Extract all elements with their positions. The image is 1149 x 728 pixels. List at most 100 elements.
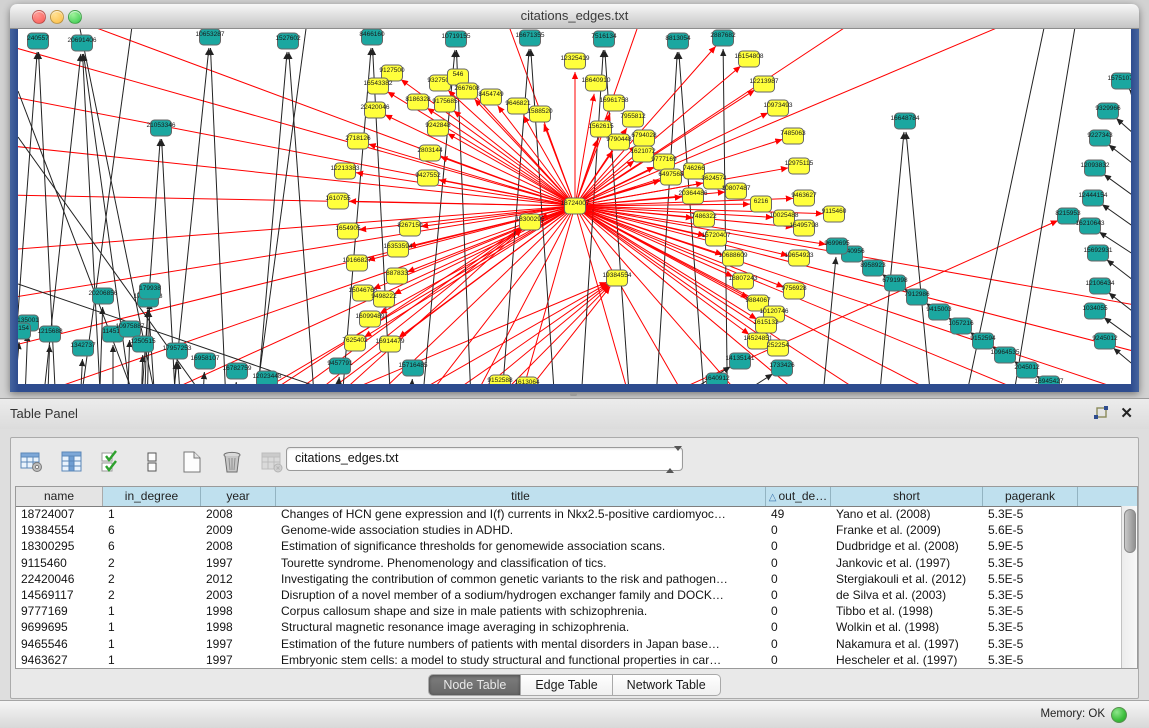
cell-pagerank[interactable]: 5.5E-5: [983, 571, 1078, 587]
edge[interactable]: [369, 144, 575, 206]
cell-out_de[interactable]: 0: [766, 555, 831, 571]
table-row[interactable]: 946554611997Estimation of the future num…: [16, 636, 1122, 652]
cell-year[interactable]: 1997: [201, 555, 276, 571]
edge[interactable]: [232, 382, 236, 384]
cell-in_degree[interactable]: 6: [103, 522, 201, 538]
column-header-short[interactable]: short: [831, 487, 983, 506]
edge[interactable]: [575, 206, 788, 256]
cell-out_de[interactable]: 0: [766, 652, 831, 668]
cell-pagerank[interactable]: 5.6E-5: [983, 522, 1078, 538]
cell-out_de[interactable]: 0: [766, 619, 831, 635]
cell-pagerank[interactable]: 5.3E-5: [983, 506, 1078, 522]
cell-year[interactable]: 1998: [201, 603, 276, 619]
delete-trash-icon[interactable]: [219, 449, 245, 475]
cell-title[interactable]: Changes of HCN gene expression and I(f) …: [276, 506, 766, 522]
cell-in_degree[interactable]: 1: [103, 506, 201, 522]
edge[interactable]: [1129, 89, 1131, 134]
cell-title[interactable]: Corpus callosum shape and size in male p…: [276, 603, 766, 619]
vertical-scrollbar[interactable]: [1121, 506, 1137, 668]
edge[interactable]: [140, 355, 143, 384]
cell-name[interactable]: 19384554: [16, 522, 103, 538]
table-row[interactable]: 946362711997Embryonic stem cells: a mode…: [16, 652, 1122, 668]
cell-year[interactable]: 2008: [201, 538, 276, 554]
cell-in_degree[interactable]: 6: [103, 538, 201, 554]
cell-pagerank[interactable]: 5.3E-5: [983, 652, 1078, 668]
edge[interactable]: [338, 48, 371, 384]
rows-icon[interactable]: [139, 449, 165, 475]
window-titlebar[interactable]: citations_edges.txt: [10, 4, 1139, 29]
edge[interactable]: [398, 285, 609, 384]
cell-out_de[interactable]: 0: [766, 603, 831, 619]
edge[interactable]: [1116, 118, 1131, 164]
cell-year[interactable]: 1997: [201, 636, 276, 652]
table-row[interactable]: 1938455462009Genome-wide association stu…: [16, 522, 1122, 538]
tab-edge-table[interactable]: Edge Table: [521, 674, 612, 696]
edge[interactable]: [448, 133, 575, 206]
cell-year[interactable]: 1998: [201, 619, 276, 635]
cell-title[interactable]: Genome-wide association studies in ADHD.: [276, 522, 766, 538]
cell-name[interactable]: 9777169: [16, 603, 103, 619]
cell-pagerank[interactable]: 5.3E-5: [983, 636, 1078, 652]
cell-name[interactable]: 9463627: [16, 652, 103, 668]
cell-in_degree[interactable]: 1: [103, 636, 201, 652]
cell-pagerank[interactable]: 5.3E-5: [983, 603, 1078, 619]
cell-pagerank[interactable]: 5.9E-5: [983, 538, 1078, 554]
cell-out_de[interactable]: 0: [766, 522, 831, 538]
edge[interactable]: [168, 48, 209, 384]
cell-out_de[interactable]: 0: [766, 636, 831, 652]
cell-out_de[interactable]: 0: [766, 587, 831, 603]
cell-name[interactable]: 14569117: [16, 587, 103, 603]
edge[interactable]: [210, 48, 228, 384]
table-row[interactable]: 2242004622012Investigating the contribut…: [16, 571, 1122, 587]
edge[interactable]: [880, 132, 904, 384]
edge[interactable]: [408, 379, 412, 384]
table-row[interactable]: 1872400712008Changes of HCN gene express…: [16, 506, 1122, 522]
edge[interactable]: [1104, 174, 1131, 221]
cell-pagerank[interactable]: 5.3E-5: [983, 619, 1078, 635]
cell-name[interactable]: 18300295: [16, 538, 103, 554]
column-header-pagerank[interactable]: pagerank: [983, 487, 1078, 506]
cell-pagerank[interactable]: 5.3E-5: [983, 555, 1078, 571]
cell-out_de[interactable]: 0: [766, 571, 831, 587]
cell-title[interactable]: Estimation of the future numbers of pati…: [276, 636, 766, 652]
edge[interactable]: [394, 206, 575, 294]
column-header-title[interactable]: title: [276, 487, 766, 506]
edge[interactable]: [18, 342, 19, 384]
cell-name[interactable]: 9699695: [16, 619, 103, 635]
new-document-icon[interactable]: [179, 449, 205, 475]
table-selector-combo[interactable]: citations_edges.txt: [286, 447, 683, 471]
cell-pagerank[interactable]: 5.3E-5: [983, 587, 1078, 603]
table-row[interactable]: 969969511998Structural magnetic resonanc…: [16, 619, 1122, 635]
splitter-handle[interactable]: [570, 393, 577, 396]
cell-in_degree[interactable]: 2: [103, 555, 201, 571]
cell-year[interactable]: 2012: [201, 571, 276, 587]
tab-network-table[interactable]: Network Table: [613, 674, 721, 696]
edge[interactable]: [46, 345, 50, 384]
cell-in_degree[interactable]: 2: [103, 587, 201, 603]
table-row[interactable]: 1456911722003Disruption of a novel membe…: [16, 587, 1122, 603]
cell-year[interactable]: 2003: [201, 587, 276, 603]
cell-name[interactable]: 9465546: [16, 636, 103, 652]
cell-title[interactable]: Structural magnetic resonance image aver…: [276, 619, 766, 635]
cell-in_degree[interactable]: 1: [103, 603, 201, 619]
edge[interactable]: [575, 206, 1131, 339]
table-column-icon[interactable]: [59, 449, 85, 475]
select-all-checks-icon[interactable]: [99, 449, 125, 475]
cell-short[interactable]: Franke et al. (2009): [831, 522, 983, 538]
cell-short[interactable]: Stergiakouli et al. (2012): [831, 571, 983, 587]
cell-short[interactable]: Tibbo et al. (1998): [831, 603, 983, 619]
memory-ok-indicator[interactable]: [1111, 707, 1127, 723]
edge[interactable]: [200, 372, 204, 384]
network-canvas[interactable]: 1872400791275001654338222420046271812612…: [18, 29, 1131, 384]
float-window-icon[interactable]: [1093, 406, 1109, 422]
edge[interactable]: [23, 334, 28, 384]
edge[interactable]: [1003, 29, 1078, 384]
column-header-year[interactable]: year: [201, 487, 276, 506]
edge[interactable]: [1113, 348, 1131, 384]
table-row[interactable]: 911546021997Tourette syndrome. Phenomeno…: [16, 555, 1122, 571]
edge[interactable]: [83, 54, 103, 384]
table-row[interactable]: 1830029562008Estimation of significance …: [16, 538, 1122, 554]
table-settings-icon[interactable]: [19, 449, 45, 475]
edge[interactable]: [575, 94, 594, 206]
cell-in_degree[interactable]: 1: [103, 619, 201, 635]
